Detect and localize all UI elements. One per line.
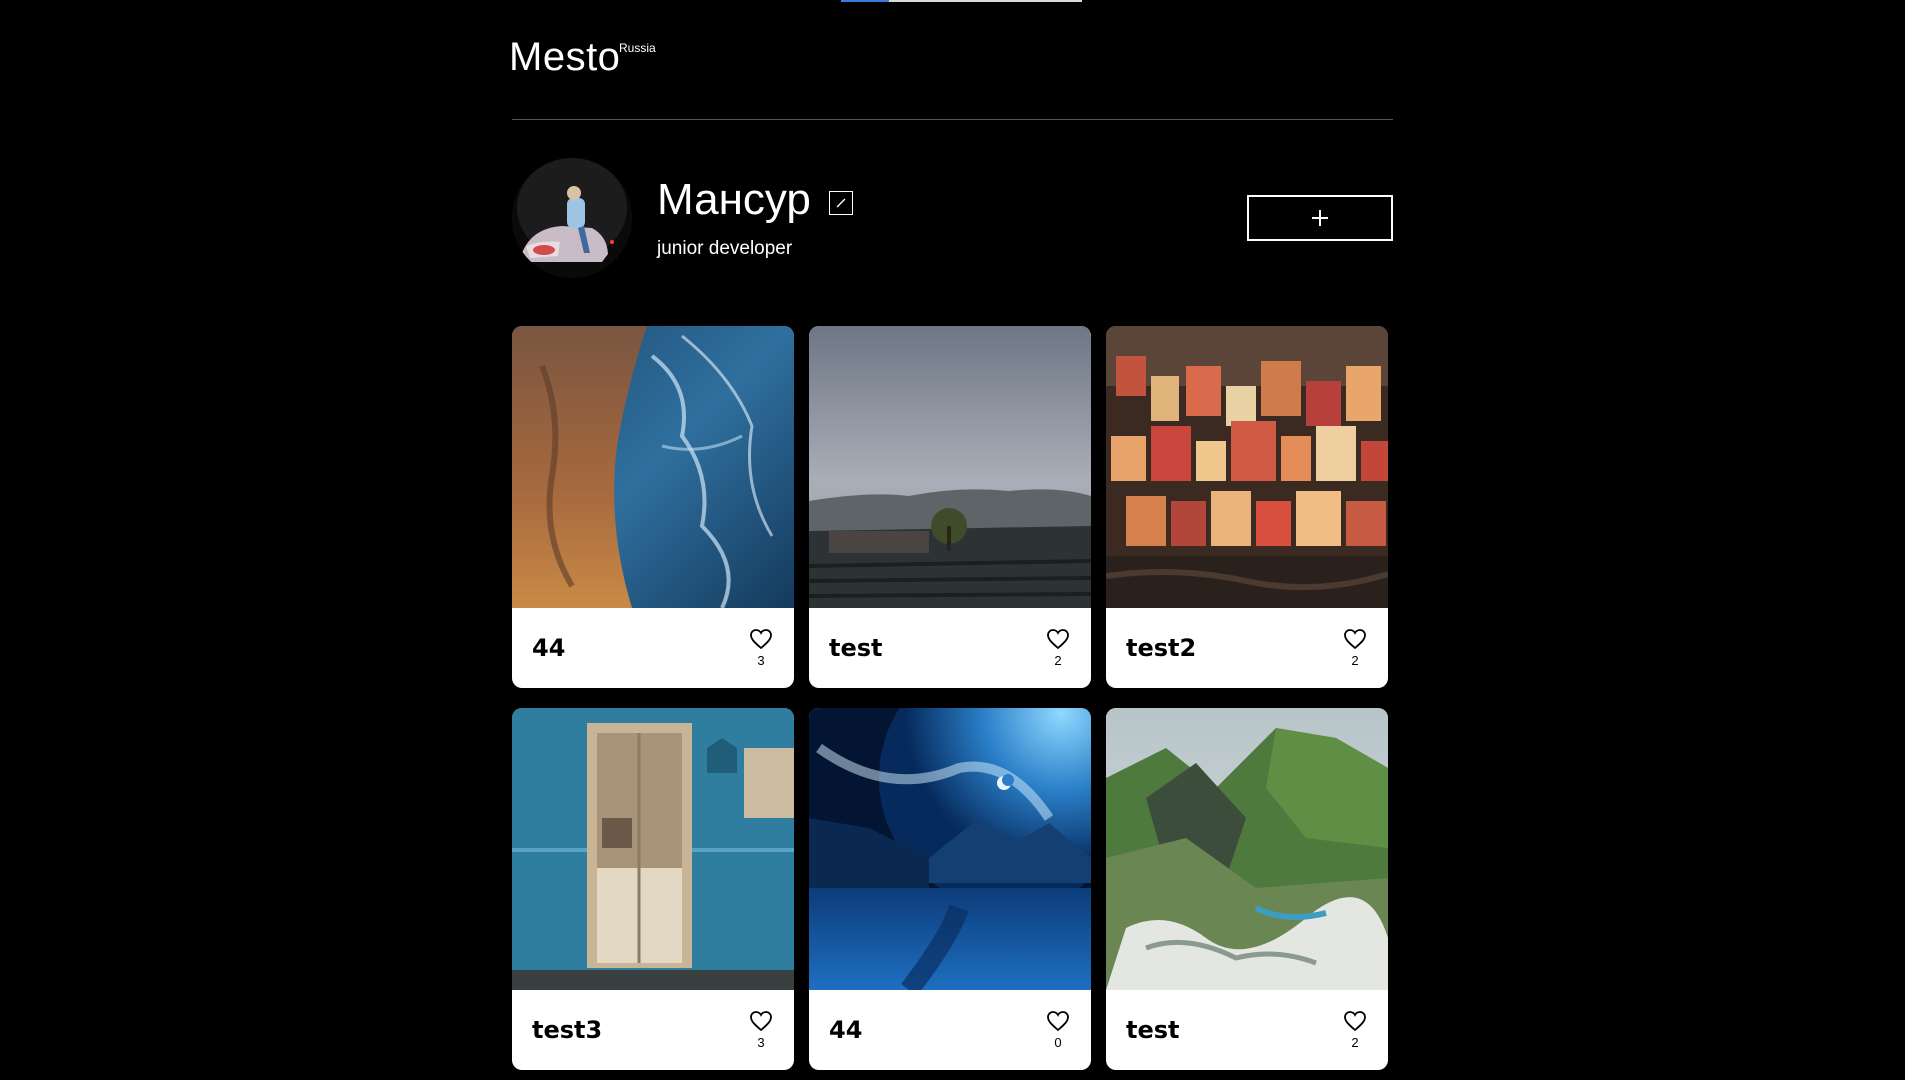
like-count: 0 xyxy=(1054,1035,1062,1050)
heart-icon[interactable] xyxy=(749,628,773,650)
like-group: 2 xyxy=(1045,628,1071,668)
header: Mesto Russia xyxy=(509,0,1393,120)
like-count: 2 xyxy=(1351,1035,1359,1050)
like-count: 3 xyxy=(757,653,765,668)
card-footer: test 2 xyxy=(1106,990,1388,1070)
like-group: 2 xyxy=(1342,628,1368,668)
card-footer: 44 0 xyxy=(809,990,1091,1070)
card-image[interactable] xyxy=(809,708,1091,990)
card-footer: test 2 xyxy=(809,608,1091,688)
card-title: 44 xyxy=(532,634,566,662)
logo-superscript: Russia xyxy=(619,41,656,55)
avatar-image xyxy=(512,158,632,278)
card-title: test3 xyxy=(532,1016,603,1044)
card-footer: test2 2 xyxy=(1106,608,1388,688)
avatar[interactable] xyxy=(512,158,632,278)
card-image[interactable] xyxy=(809,326,1091,608)
logo[interactable]: Mesto xyxy=(509,37,620,77)
like-count: 2 xyxy=(1351,653,1359,668)
card-footer: 44 3 xyxy=(512,608,794,688)
card-image[interactable] xyxy=(512,708,794,990)
card-title: test xyxy=(1126,1016,1180,1044)
card-image[interactable] xyxy=(1106,326,1388,608)
heart-icon[interactable] xyxy=(1343,628,1367,650)
add-card-button[interactable] xyxy=(1247,195,1393,241)
card-image[interactable] xyxy=(1106,708,1388,990)
card-image[interactable] xyxy=(512,326,794,608)
pencil-icon xyxy=(836,198,846,208)
like-count: 3 xyxy=(757,1035,765,1050)
card-footer: test3 3 xyxy=(512,990,794,1070)
card-title: 44 xyxy=(829,1016,863,1044)
heart-icon[interactable] xyxy=(1046,628,1070,650)
profile: Мансур junior developer xyxy=(512,120,1393,326)
card: test2 2 xyxy=(1106,326,1388,688)
page: Mesto Russia Мансур junior developer 44 … xyxy=(509,0,1393,1070)
card: 44 0 xyxy=(809,708,1091,1070)
card: 44 3 xyxy=(512,326,794,688)
heart-icon[interactable] xyxy=(1343,1010,1367,1032)
like-group: 3 xyxy=(748,1010,774,1050)
card: test 2 xyxy=(1106,708,1388,1070)
profile-name: Мансур xyxy=(657,175,811,224)
profile-name-row: Мансур xyxy=(657,178,853,222)
profile-about: junior developer xyxy=(657,238,793,259)
heart-icon[interactable] xyxy=(749,1010,773,1032)
like-group: 2 xyxy=(1342,1010,1368,1050)
profile-info: Мансур junior developer xyxy=(657,178,853,260)
card: test 2 xyxy=(809,326,1091,688)
card: test3 3 xyxy=(512,708,794,1070)
card-title: test xyxy=(829,634,883,662)
like-group: 0 xyxy=(1045,1010,1071,1050)
heart-icon[interactable] xyxy=(1046,1010,1070,1032)
like-group: 3 xyxy=(748,628,774,668)
like-count: 2 xyxy=(1054,653,1062,668)
edit-profile-button[interactable] xyxy=(828,191,853,215)
cards-grid: 44 3 test 2 test2 2 test3 3 44 0 test 2 xyxy=(512,326,1393,1070)
plus-icon xyxy=(1312,210,1328,226)
card-title: test2 xyxy=(1126,634,1197,662)
